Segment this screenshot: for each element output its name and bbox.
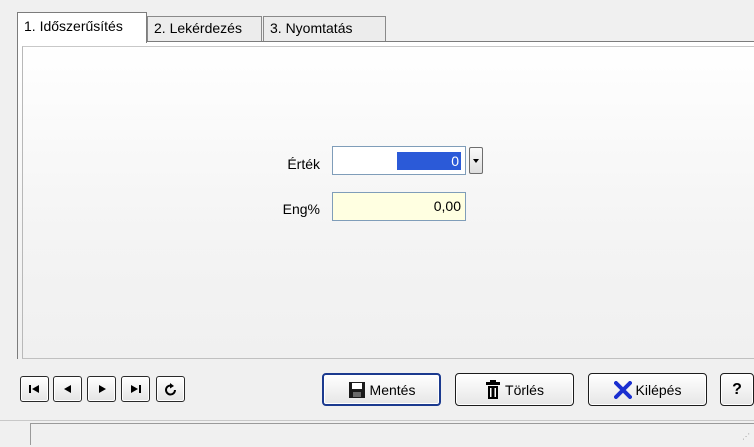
save-button[interactable]: Mentés <box>322 373 441 406</box>
refresh-icon <box>165 383 176 396</box>
dialog-window: 1. Időszerűsítés 2. Lekérdezés 3. Nyomta… <box>0 0 754 447</box>
value-label: Érték <box>287 156 320 172</box>
next-record-icon <box>99 385 106 393</box>
floppy-disk-icon <box>348 381 366 399</box>
tab-lekerdezes[interactable]: 2. Lekérdezés <box>147 16 262 42</box>
eng-percent-field[interactable]: 0,00 <box>332 192 466 221</box>
chevron-down-icon <box>473 159 479 163</box>
tab-panel: Érték 0 Eng% 0,00 <box>17 41 754 359</box>
save-label: Mentés <box>369 381 416 398</box>
trash-icon <box>485 379 501 400</box>
delete-label: Törlés <box>505 381 544 398</box>
next-record-button[interactable] <box>87 376 116 402</box>
first-record-button[interactable] <box>20 376 49 402</box>
last-record-button[interactable] <box>121 376 150 402</box>
previous-record-icon <box>64 385 71 393</box>
last-record-icon <box>131 385 141 393</box>
value-selected-text: 0 <box>397 152 461 170</box>
help-button[interactable]: ? <box>720 373 754 406</box>
status-bar-panel <box>30 423 754 445</box>
close-icon <box>613 380 632 399</box>
previous-record-button[interactable] <box>53 376 82 402</box>
value-dropdown-button[interactable] <box>469 147 483 174</box>
eng-label: Eng% <box>282 201 320 217</box>
refresh-button[interactable] <box>156 376 185 402</box>
tab-idoszerusites[interactable]: 1. Időszerűsítés <box>17 12 147 43</box>
value-field[interactable]: 0 <box>332 146 466 175</box>
tab-nyomtatas[interactable]: 3. Nyomtatás <box>263 16 386 42</box>
help-label: ? <box>732 380 742 398</box>
delete-button[interactable]: Törlés <box>455 373 574 406</box>
exit-label: Kilépés <box>635 381 682 398</box>
resize-grip-icon[interactable]: ⋰ <box>742 432 750 441</box>
first-record-icon <box>29 385 39 393</box>
exit-button[interactable]: Kilépés <box>588 373 707 406</box>
status-bar: ⋰ <box>0 420 754 447</box>
